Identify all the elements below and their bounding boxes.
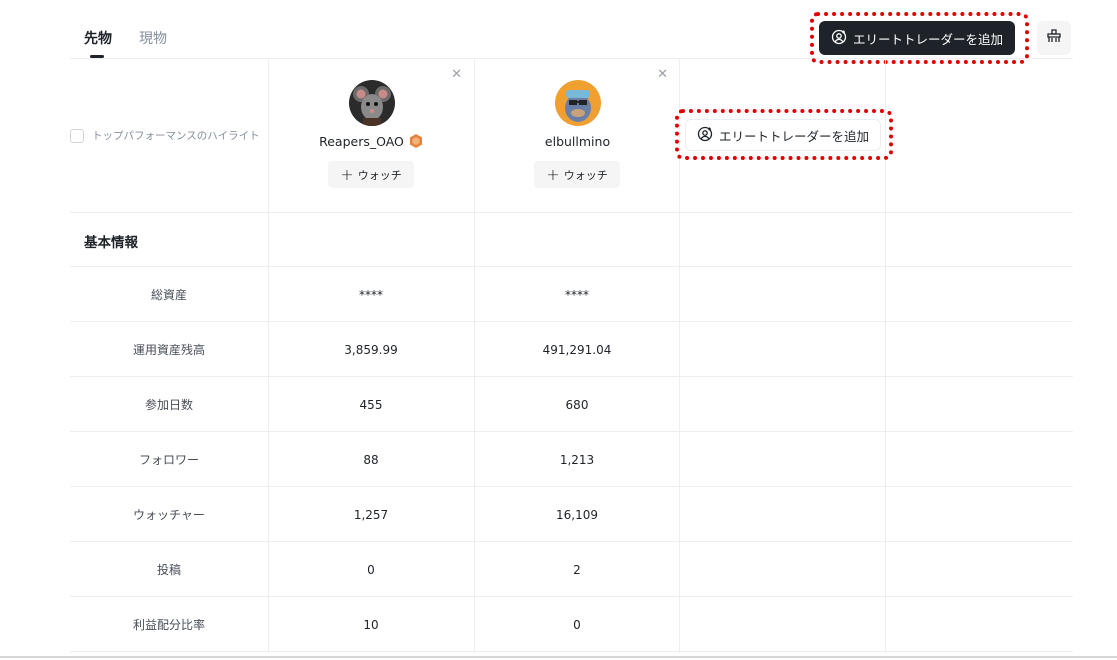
row-label: フォロワー [138, 453, 199, 467]
row-value: 0 [367, 562, 375, 577]
tab-spot[interactable]: 現物 [139, 28, 167, 48]
table-row: フォロワー 88 1,213 [70, 432, 1073, 487]
row-value: 3,859.99 [344, 342, 398, 357]
table-row: 運用資産残高 3,859.99 491,291.04 [70, 322, 1073, 377]
trader-card: ✕ Reapers_OAO + ウォッチ [269, 59, 474, 212]
mouse-avatar[interactable] [349, 80, 395, 126]
plus-icon: + [546, 164, 560, 184]
orange-hexagon-badge-icon [408, 133, 424, 149]
table-row: 投稿 0 2 [70, 542, 1073, 597]
add-elite-trader-slot-label: エリートトレーダーを追加 [718, 128, 869, 144]
row-value: 88 [363, 452, 379, 467]
active-tab-indicator [90, 55, 104, 58]
watch-button[interactable]: + ウォッチ [534, 161, 620, 188]
table-row: 参加日数 455 680 [70, 377, 1073, 432]
bottom-border [0, 656, 1117, 658]
row-label: 総資産 [150, 288, 187, 302]
user-add-icon [831, 29, 847, 48]
row-value: 10 [363, 617, 379, 632]
watch-label: ウォッチ [563, 168, 608, 182]
close-icon[interactable]: ✕ [451, 67, 462, 82]
highlight-checkbox[interactable] [70, 128, 84, 143]
table-row: ウォッチャー 1,257 16,109 [70, 487, 1073, 542]
section-title-basic-info: 基本情報 [84, 235, 138, 251]
row-value: **** [565, 287, 589, 302]
row-value: 16,109 [556, 507, 598, 522]
trader-card: ✕ elbullmino + ウォッチ [475, 59, 680, 212]
row-divider [70, 212, 1073, 213]
row-value: 680 [565, 397, 589, 412]
row-value: 1,257 [353, 507, 389, 522]
watch-button[interactable]: + ウォッチ [328, 161, 414, 188]
row-value: 2 [573, 562, 581, 577]
trader-name-row: elbullmino [475, 134, 680, 149]
row-value: 455 [359, 397, 383, 412]
row-label: 利益配分比率 [132, 618, 205, 632]
row-label: 運用資産残高 [132, 343, 205, 357]
row-label: 参加日数 [144, 398, 193, 412]
table-row: 総資産 **** **** [70, 267, 1073, 322]
row-label: 投稿 [156, 563, 181, 577]
tab-futures[interactable]: 先物 [84, 28, 112, 48]
broom-icon [1046, 28, 1062, 48]
trader-name-row: Reapers_OAO [269, 134, 474, 149]
row-value: 1,213 [559, 452, 595, 467]
row-value: 0 [573, 617, 581, 632]
clear-compare-button[interactable] [1037, 21, 1071, 55]
watch-label: ウォッチ [357, 168, 402, 182]
add-elite-trader-slot-button[interactable]: エリートトレーダーを追加 [685, 119, 881, 151]
row-label: ウォッチャー [133, 508, 205, 522]
top-performance-highlight-toggle[interactable]: トップパフォーマンスのハイライト [70, 128, 260, 143]
row-value: **** [359, 287, 383, 302]
ape-avatar[interactable] [555, 80, 601, 126]
trader-name[interactable]: Reapers_OAO [319, 134, 404, 149]
row-value: 491,291.04 [542, 342, 612, 357]
add-elite-trader-button[interactable]: エリートトレーダーを追加 [819, 21, 1015, 55]
highlight-label: トップパフォーマンスのハイライト [92, 130, 260, 142]
add-elite-trader-label: エリートトレーダーを追加 [852, 31, 1003, 47]
table-row: 利益配分比率 10 0 [70, 597, 1073, 652]
trader-name[interactable]: elbullmino [545, 134, 610, 149]
close-icon[interactable]: ✕ [657, 67, 668, 82]
plus-icon: + [340, 164, 354, 184]
user-add-icon [697, 126, 713, 145]
